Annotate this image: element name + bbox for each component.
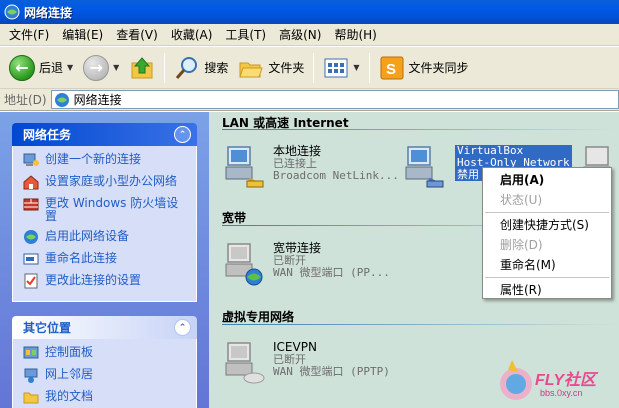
watermark-url: bbs.0xy.cn [540,388,583,398]
firewall-icon [23,198,39,211]
address-value: 网络连接 [73,93,122,107]
task-rename-connection[interactable]: 重命名此连接 [23,251,190,267]
menu-create-shortcut[interactable]: 创建快捷方式(S) [483,215,611,235]
group-header-vpn: 虚拟专用网络 [222,310,295,324]
forward-arrow-icon: → [83,54,110,81]
connection-vpn[interactable]: ICEVPN 已断开 WAN 微型端口 (PPTP) [223,341,390,385]
title-bar[interactable]: 网络连接 [0,0,619,24]
place-network-neighborhood[interactable]: 网上邻居 [23,367,190,383]
rename-icon [23,253,39,265]
menu-status[interactable]: 状态(U) [483,190,611,210]
group-divider [222,129,617,130]
address-bar: 地址(D) 网络连接 [0,89,619,111]
task-create-connection[interactable]: 创建一个新的连接 [23,152,190,168]
toolbar-separator [368,52,370,83]
folders-label: 文件夹 [268,61,305,75]
menu-help[interactable]: 帮助(H) [329,25,384,45]
task-change-settings[interactable]: 更改此连接的设置 [23,273,190,289]
menu-file[interactable]: 文件(F) [4,25,57,45]
other-places-body: 控制面板 网上邻居 我的文档 [12,339,197,408]
other-places-box: 其它位置 ⌃ 控制面板 网上邻居 我的文档 [12,316,197,408]
settings-checklist-icon [24,273,38,289]
watermark-text: FLY社区 [535,372,597,389]
toolbar: ← 后退 ▼ → ▼ 搜索 文件夹 ▼ S 文件夹同步 [0,47,619,89]
menu-properties[interactable]: 属性(R) [483,280,611,300]
menu-favorites[interactable]: 收藏(A) [166,25,221,45]
task-firewall-settings[interactable]: 更改 Windows 防火墙设置 [23,196,190,223]
folder-sync-button[interactable]: S 文件夹同步 [374,51,474,85]
svg-text:S: S [386,61,396,78]
toolbar-separator [313,52,315,83]
back-label: 后退 [39,61,64,75]
collapse-chevron-icon[interactable]: ⌃ [174,319,191,336]
network-tasks-title: 网络任务 [23,128,72,142]
toolbar-separator [164,52,166,83]
menu-separator [485,212,609,213]
window-title: 网络连接 [24,5,73,20]
back-arrow-icon: ← [9,54,35,81]
address-field[interactable]: 网络连接 [50,90,619,109]
menu-bar: 文件(F) 编辑(E) 查看(V) 收藏(A) 工具(T) 高级(N) 帮助(H… [0,24,619,46]
search-button[interactable]: 搜索 [169,51,233,85]
menu-tools[interactable]: 工具(T) [220,25,274,45]
place-control-panel[interactable]: 控制面板 [23,345,190,361]
folder-up-icon [131,56,153,78]
other-places-header[interactable]: 其它位置 ⌃ [12,316,197,339]
back-button[interactable]: ← 后退 ▼ [4,51,78,85]
address-label: 地址(D) [4,93,47,107]
connection-device: Broadcom NetLink... [273,169,399,182]
folders-button[interactable]: 文件夹 [233,51,309,85]
context-menu: 启用(A) 状态(U) 创建快捷方式(S) 删除(D) 重命名(M) 属性(R) [482,167,612,299]
menu-delete[interactable]: 删除(D) [483,235,611,255]
task-enable-device[interactable]: 启用此网络设备 [23,229,190,245]
network-connections-icon [4,4,20,20]
task-pane: 网络任务 ⌃ 创建一个新的连接 设置家庭或小型办公网络 更改 Windows 防… [0,112,209,408]
lan-connection-icon [225,146,264,188]
menu-enable[interactable]: 启用(A) [483,170,611,190]
network-tasks-header[interactable]: 网络任务 ⌃ [12,123,197,146]
watermark-logo: FLY社区 bbs.0xy.cn [494,352,619,408]
connection-broadband[interactable]: 宽带连接 已断开 WAN 微型端口 (PP... [223,242,390,286]
back-dropdown-icon[interactable]: ▼ [67,63,73,72]
watermark-globe-icon [500,360,532,400]
other-places-title: 其它位置 [23,321,72,335]
menu-edit[interactable]: 编辑(E) [57,25,111,45]
connection-local[interactable]: 本地连接 已连接上 Broadcom NetLink... [223,145,399,189]
folder-sync-icon: S [380,56,404,79]
network-tasks-body: 创建一个新的连接 设置家庭或小型办公网络 更改 Windows 防火墙设置 启用… [12,146,197,302]
network-places-icon [24,368,38,383]
connection-device: WAN 微型端口 (PPTP) [273,365,390,378]
search-icon [176,56,198,79]
views-icon [324,58,348,77]
views-dropdown-icon[interactable]: ▼ [353,63,359,72]
collapse-chevron-icon[interactable]: ⌃ [174,126,191,143]
lan-connection-icon [405,146,444,188]
network-tasks-box: 网络任务 ⌃ 创建一个新的连接 设置家庭或小型办公网络 更改 Windows 防… [12,123,197,302]
vpn-connection-icon [225,342,265,384]
search-label: 搜索 [204,61,229,75]
new-connection-icon [23,153,39,166]
home-network-icon [23,175,39,190]
broadband-connection-icon [225,243,263,286]
enable-device-icon [24,230,38,244]
menu-view[interactable]: 查看(V) [111,25,166,45]
views-button[interactable]: ▼ [318,51,364,85]
group-divider [222,324,617,325]
control-panel-icon [23,346,39,359]
folder-sync-label: 文件夹同步 [408,61,469,75]
connection-device: WAN 微型端口 (PP... [273,266,390,279]
forward-button[interactable]: → ▼ [78,51,124,85]
menu-advanced[interactable]: 高级(N) [274,25,329,45]
menu-rename[interactable]: 重命名(M) [483,255,611,275]
forward-dropdown-icon[interactable]: ▼ [113,63,119,72]
folders-icon [239,62,264,77]
up-button[interactable] [124,51,160,85]
task-setup-home-network[interactable]: 设置家庭或小型办公网络 [23,174,190,190]
menu-separator [485,277,609,278]
place-my-documents[interactable]: 我的文档 [23,389,190,405]
network-connections-icon [54,92,69,107]
my-documents-icon [23,392,39,404]
